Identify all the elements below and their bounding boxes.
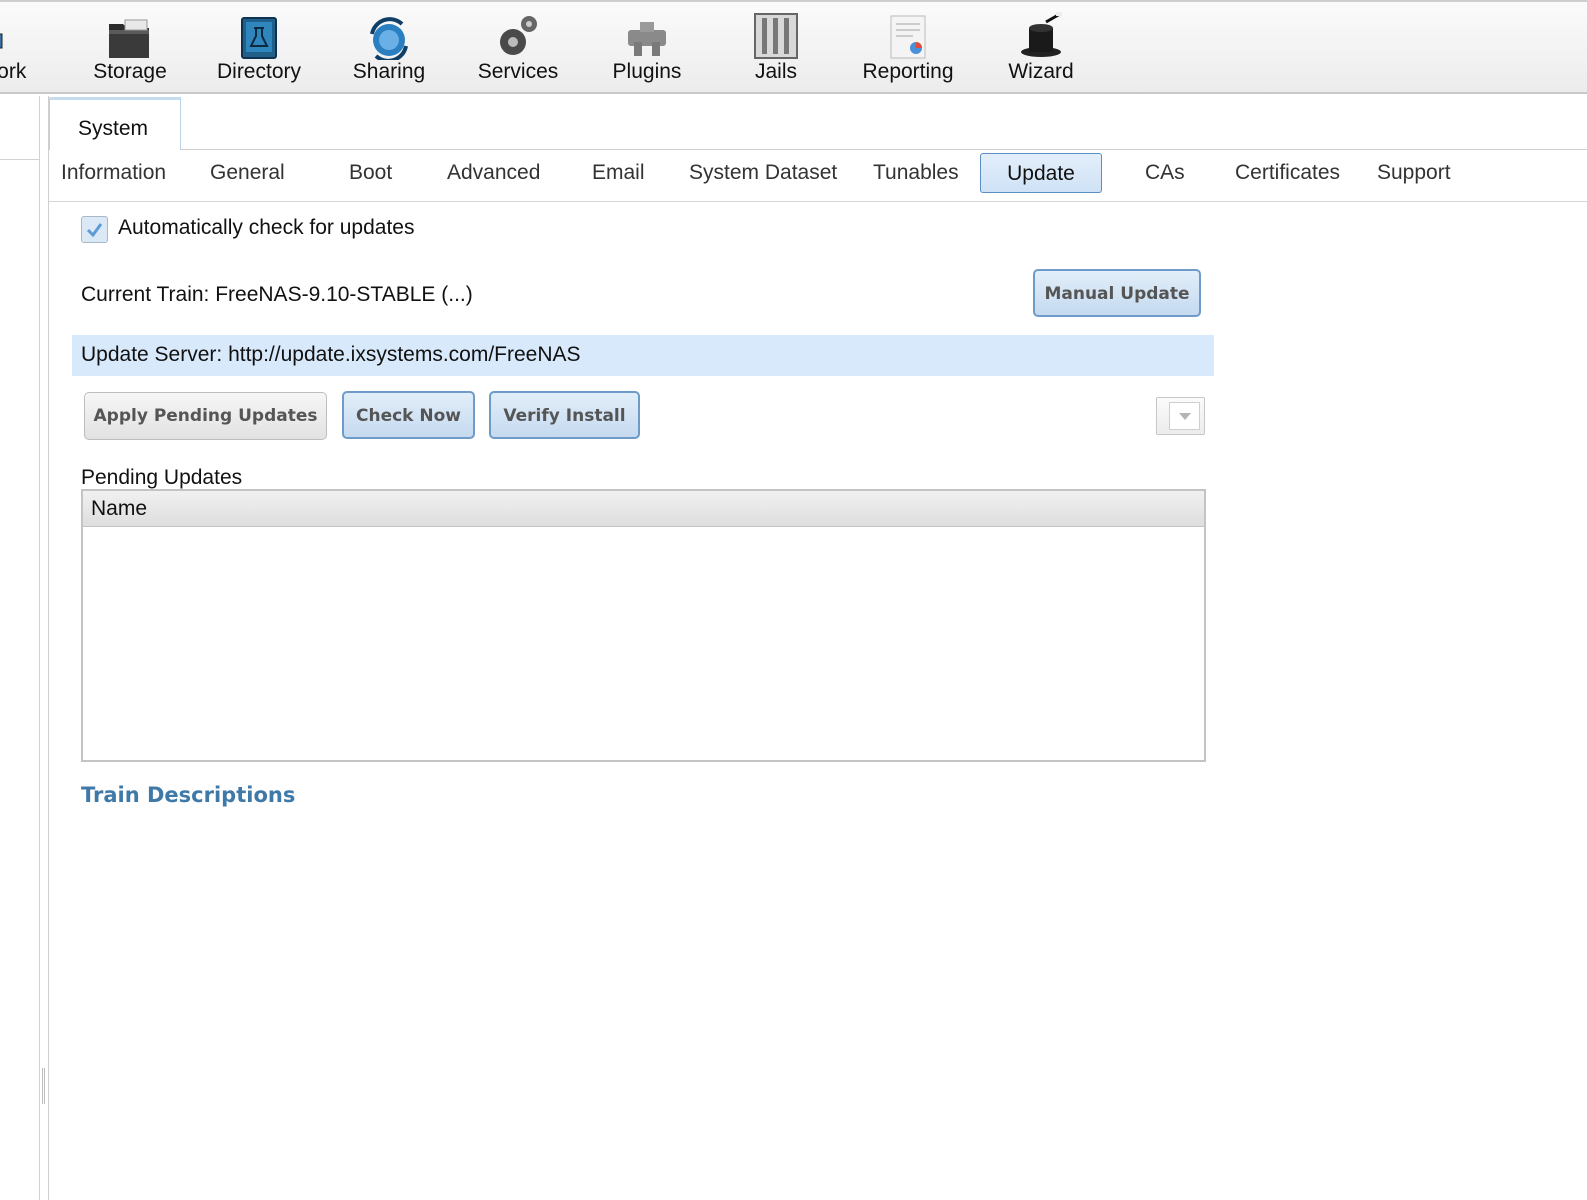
toolbar-sharing[interactable]: Sharing [343,8,435,88]
jails-icon [751,12,801,60]
tab-system[interactable]: System [49,97,181,150]
auto-check-checkbox[interactable] [81,216,108,243]
check-now-button[interactable]: Check Now [342,391,475,439]
subtab-certificates[interactable]: Certificates [1235,153,1340,193]
directory-icon [234,12,284,60]
toolbar-label: Sharing [352,60,426,83]
toolbar-label: Reporting [862,60,954,83]
toolbar-wizard[interactable]: Wizard [998,8,1084,88]
verify-install-button[interactable]: Verify Install [489,391,640,439]
content-border [48,96,49,1200]
toolbar-plugins[interactable]: Plugins [604,8,690,88]
subtab-cas[interactable]: CAs [1145,153,1185,193]
services-icon [493,12,543,60]
subtab-boot[interactable]: Boot [349,153,392,193]
update-server-row[interactable]: Update Server: http://update.ixsystems.c… [72,335,1214,376]
toolbar-directory[interactable]: Directory [209,8,309,88]
subtab-system-dataset[interactable]: System Dataset [689,153,837,193]
apply-pending-updates-button[interactable]: Apply Pending Updates [84,392,327,440]
tab-strip-divider [181,149,1587,150]
subtab-divider [49,201,1587,202]
pending-updates-label: Pending Updates [81,466,243,489]
subtab-update[interactable]: Update [980,153,1102,193]
toolbar-label: Storage [93,60,167,83]
auto-check-label: Automatically check for updates [118,216,415,239]
subtab-tunables[interactable]: Tunables [873,153,959,193]
reporting-icon [883,12,933,60]
toolbar-label: Plugins [612,60,682,83]
subtab-support[interactable]: Support [1377,153,1451,193]
plugins-icon [622,12,672,60]
column-header-name[interactable]: Name [83,491,1204,527]
toolbar-services[interactable]: Services [470,8,566,88]
toolbar-label: Jails [754,60,797,83]
sidebar-divider [0,159,40,160]
toolbar-label: Services [477,60,559,83]
sidebar-panel [0,96,40,1200]
toolbar-label: Directory [216,60,301,83]
subtab-general[interactable]: General [210,153,285,193]
pending-updates-grid: Name [81,489,1206,762]
checkmark-icon [86,223,103,238]
train-descriptions-link[interactable]: Train Descriptions [81,783,295,807]
subtab-information[interactable]: Information [61,153,166,193]
wizard-icon [1016,12,1066,60]
top-toolbar: work Storage Directory [0,0,1587,94]
toolbar-label: work [0,60,27,83]
current-train-label: Current Train: FreeNAS-9.10-STABLE (...) [81,283,473,306]
chevron-down-icon [1179,413,1191,420]
toolbar-label: Wizard [1008,60,1074,83]
sidebar-resize-handle[interactable] [42,1068,45,1104]
dropdown-box [1169,402,1200,430]
storage-icon [105,12,155,60]
toolbar-storage[interactable]: Storage [85,8,175,88]
manual-update-button[interactable]: Manual Update [1033,269,1201,317]
network-icon [0,12,8,60]
toolbar-reporting[interactable]: Reporting [855,8,961,88]
sharing-icon [364,12,414,63]
subtab-advanced[interactable]: Advanced [447,153,540,193]
grid-options-dropdown[interactable] [1156,397,1205,435]
toolbar-network[interactable]: work [0,8,62,88]
toolbar-jails[interactable]: Jails [742,8,810,88]
subtab-email[interactable]: Email [592,153,645,193]
